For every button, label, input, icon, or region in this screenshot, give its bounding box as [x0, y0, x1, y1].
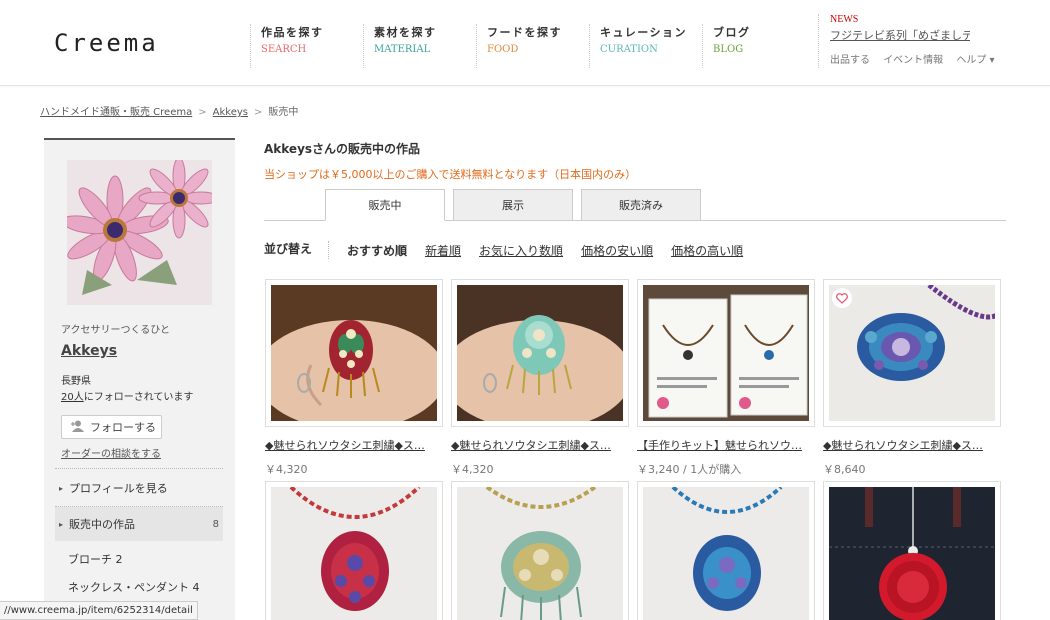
sort-bar: 並び替え おすすめ順 新着順 お気に入り数順 価格の安い順 価格の高い順: [264, 241, 761, 259]
nav-blog-label: ブログ: [713, 26, 751, 39]
nav-blog[interactable]: ブログ BLOG: [702, 24, 751, 68]
nav-food[interactable]: フードを探す FOOD: [476, 24, 562, 68]
item-count: 8: [212, 518, 219, 530]
sidebar-item-label: 販売中の作品: [69, 518, 136, 531]
chevron-right-icon: ▸: [59, 519, 64, 529]
news-link[interactable]: フジテレビ系列「めざましテ: [830, 27, 970, 43]
product-thumbnail[interactable]: [265, 279, 443, 427]
product-card[interactable]: [637, 481, 815, 620]
news-box: NEWS フジテレビ系列「めざましテ 出品する イベント情報 ヘルプ ▾: [818, 14, 1005, 68]
category-necklace[interactable]: ネックレス・ペンダント 4: [68, 579, 200, 595]
event-info-link[interactable]: イベント情報: [883, 55, 943, 66]
nav-curation[interactable]: キュレーション CURATION: [589, 24, 687, 68]
product-card[interactable]: [451, 481, 629, 620]
tab-bar: 販売中 展示 販売済み: [264, 189, 1006, 221]
followers-suffix: にフォローされています: [83, 392, 194, 403]
nav-food-en: FOOD: [487, 44, 519, 55]
tab-on-sale[interactable]: 販売中: [325, 189, 445, 221]
divider: [55, 468, 223, 469]
sort-price-low[interactable]: 価格の安い順: [581, 242, 653, 259]
follow-button-label: フォローする: [90, 421, 156, 434]
creema-logo[interactable]: Creema: [54, 29, 159, 57]
product-card[interactable]: ◆魅せられソウタシエ刺繍◆ス… ￥4,320: [265, 279, 443, 477]
product-title[interactable]: ◆魅せられソウタシエ刺繍◆ス…: [823, 437, 1001, 453]
breadcrumb: ハンドメイド通販・販売 Creema > Akkeys > 販売中: [40, 103, 298, 118]
browser-status-url: //www.creema.jp/item/6252314/detail: [0, 601, 198, 620]
nav-search[interactable]: 作品を探す SEARCH: [250, 24, 324, 68]
product-thumbnail[interactable]: [823, 279, 1001, 427]
product-card[interactable]: 【手作りキット】魅せられソウ… ￥3,240 / 1人が購入: [637, 279, 815, 477]
product-card[interactable]: [823, 481, 1001, 620]
product-card[interactable]: ◆魅せられソウタシエ刺繍◆ス… ￥8,640: [823, 279, 1001, 477]
tab-sold[interactable]: 販売済み: [581, 189, 701, 221]
header-sub-links: 出品する イベント情報 ヘルプ ▾: [830, 51, 1005, 66]
nav-material[interactable]: 素材を探す MATERIAL: [363, 24, 437, 68]
sort-favorites[interactable]: お気に入り数順: [479, 242, 563, 259]
follow-button[interactable]: フォローする: [61, 415, 162, 439]
sort-newest[interactable]: 新着順: [425, 242, 461, 259]
product-price: ￥4,320: [265, 463, 308, 476]
product-thumbnail[interactable]: [637, 279, 815, 427]
help-dropdown[interactable]: ヘルプ ▾: [956, 55, 994, 66]
breadcrumb-separator: >: [253, 107, 263, 118]
product-price: ￥4,320: [451, 463, 494, 476]
nav-curation-en: CURATION: [600, 44, 658, 55]
product-price: ￥8,640: [823, 463, 866, 476]
breadcrumb-home[interactable]: ハンドメイド通販・販売 Creema: [40, 107, 192, 118]
prefecture: 長野県: [61, 376, 91, 387]
chevron-right-icon: ▸: [59, 483, 64, 493]
category-brooch[interactable]: ブローチ 2: [68, 551, 123, 567]
shipping-notice: 当ショップは￥5,000以上のご購入で送料無料となります（日本国内のみ）: [264, 168, 637, 181]
order-consult-link[interactable]: オーダーの相談をする: [61, 445, 161, 460]
shop-sidebar: アクセサリーつくるひと Akkeys 長野県 20人にフォローされています フォ…: [44, 138, 235, 620]
sort-label: 並び替え: [264, 241, 330, 259]
news-label: NEWS: [830, 14, 859, 25]
product-price: ￥3,240 / 1人が購入: [637, 463, 742, 476]
nav-blog-en: BLOG: [713, 44, 744, 55]
breadcrumb-shop[interactable]: Akkeys: [213, 107, 248, 118]
product-title[interactable]: ◆魅せられソウタシエ刺繍◆ス…: [451, 437, 629, 453]
product-title[interactable]: 【手作りキット】魅せられソウ…: [637, 437, 815, 453]
nav-search-label: 作品を探す: [261, 26, 324, 39]
nav-curation-label: キュレーション: [600, 26, 688, 39]
breadcrumb-current: 販売中: [268, 107, 299, 118]
shop-name-link[interactable]: Akkeys: [61, 343, 117, 359]
product-title[interactable]: ◆魅せられソウタシエ刺繍◆ス…: [265, 437, 443, 453]
sidebar-item-profile[interactable]: ▸ プロフィールを見る: [55, 471, 223, 505]
profile-tagline: アクセサリーつくるひと: [61, 325, 170, 336]
followers-text: 20人にフォローされています: [61, 388, 193, 403]
tab-exhibit[interactable]: 展示: [453, 189, 573, 221]
sidebar-item-on-sale[interactable]: ▸ 販売中の作品 8: [55, 507, 223, 541]
sort-price-high[interactable]: 価格の高い順: [671, 242, 743, 259]
nav-material-en: MATERIAL: [374, 44, 431, 55]
product-thumbnail[interactable]: [451, 279, 629, 427]
shop-avatar[interactable]: [67, 160, 212, 305]
sell-link[interactable]: 出品する: [830, 55, 870, 66]
sort-recommended[interactable]: おすすめ順: [347, 242, 407, 259]
sidebar-item-label: プロフィールを見る: [69, 482, 168, 495]
product-card[interactable]: ◆魅せられソウタシエ刺繍◆ス… ￥4,320: [451, 279, 629, 477]
product-thumbnail[interactable]: [265, 481, 443, 620]
add-user-icon: [70, 420, 84, 435]
page-title: Akkeysさんの販売中の作品: [264, 142, 421, 156]
breadcrumb-separator: >: [198, 107, 207, 118]
product-thumbnail[interactable]: [637, 481, 815, 620]
site-header: Creema 作品を探す SEARCH 素材を探す MATERIAL フードを探…: [0, 0, 1050, 86]
product-card[interactable]: [265, 481, 443, 620]
followers-count-link[interactable]: 20人: [61, 392, 84, 403]
favorite-heart-icon[interactable]: [832, 288, 852, 308]
nav-search-en: SEARCH: [261, 44, 307, 55]
product-thumbnail[interactable]: [451, 481, 629, 620]
product-thumbnail[interactable]: [823, 481, 1001, 620]
nav-food-label: フードを探す: [487, 26, 562, 39]
nav-material-label: 素材を探す: [374, 26, 437, 39]
